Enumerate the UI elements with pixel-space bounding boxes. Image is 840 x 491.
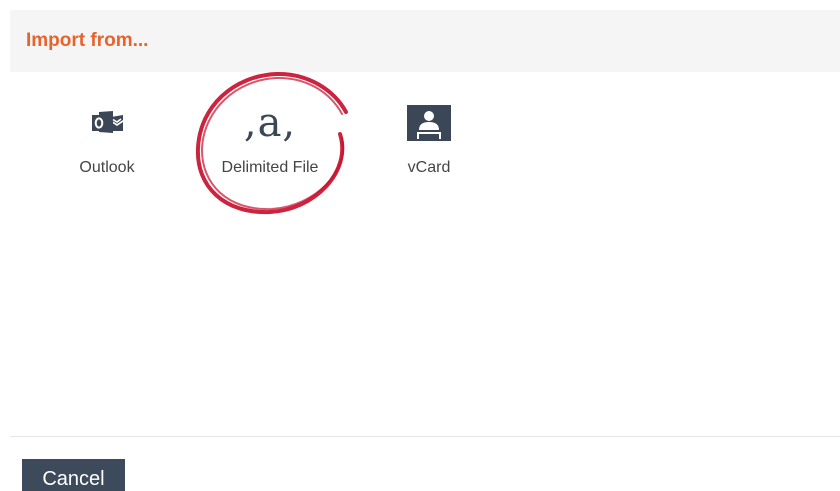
cancel-button[interactable]: Cancel: [22, 459, 125, 491]
dialog-header: Import from...: [10, 10, 840, 72]
dialog-title: Import from...: [26, 30, 149, 51]
import-option-delimited-file[interactable]: ,a, Delimited File: [200, 100, 340, 178]
import-dialog: Import from... Outlook ,a, Delimited Fil…: [0, 0, 840, 491]
delimited-file-label: Delimited File: [221, 159, 319, 176]
outlook-icon: [92, 111, 123, 133]
import-option-outlook[interactable]: Outlook: [62, 100, 152, 178]
import-option-vcard[interactable]: vCard: [384, 100, 474, 178]
outlook-label: Outlook: [79, 159, 135, 176]
footer-divider: [10, 436, 840, 437]
delimited-file-icon: ,a,: [243, 100, 297, 146]
vcard-label: vCard: [407, 159, 451, 176]
vcard-icon: [407, 105, 451, 141]
